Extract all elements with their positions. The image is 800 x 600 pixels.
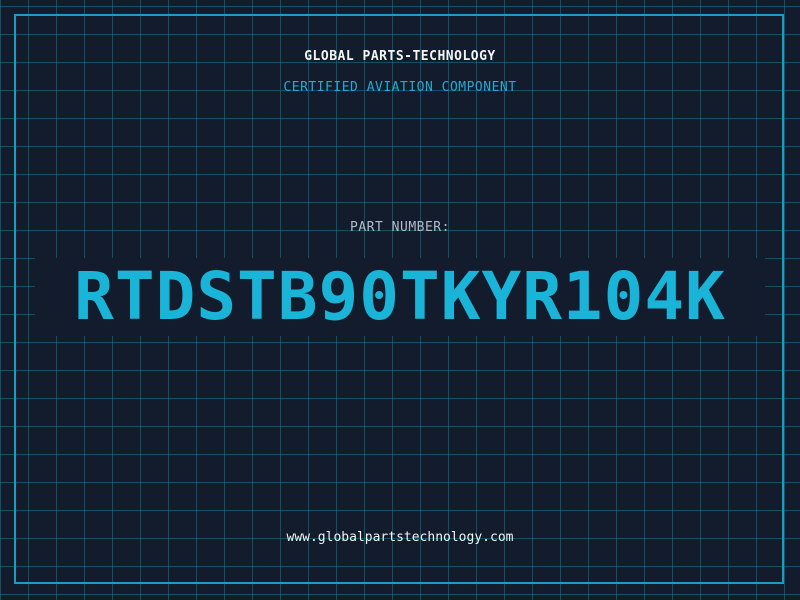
certification-subtitle: CERTIFIED AVIATION COMPONENT (283, 80, 517, 95)
company-name: GLOBAL PARTS-TECHNOLOGY (304, 49, 496, 64)
part-label-card: GLOBAL PARTS-TECHNOLOGY CERTIFIED AVIATI… (0, 0, 800, 600)
part-number-value: RTDSTB90TKYR104K (74, 258, 726, 335)
part-number-label: PART NUMBER: (350, 220, 450, 235)
website-url: www.globalpartstechnology.com (286, 530, 514, 545)
